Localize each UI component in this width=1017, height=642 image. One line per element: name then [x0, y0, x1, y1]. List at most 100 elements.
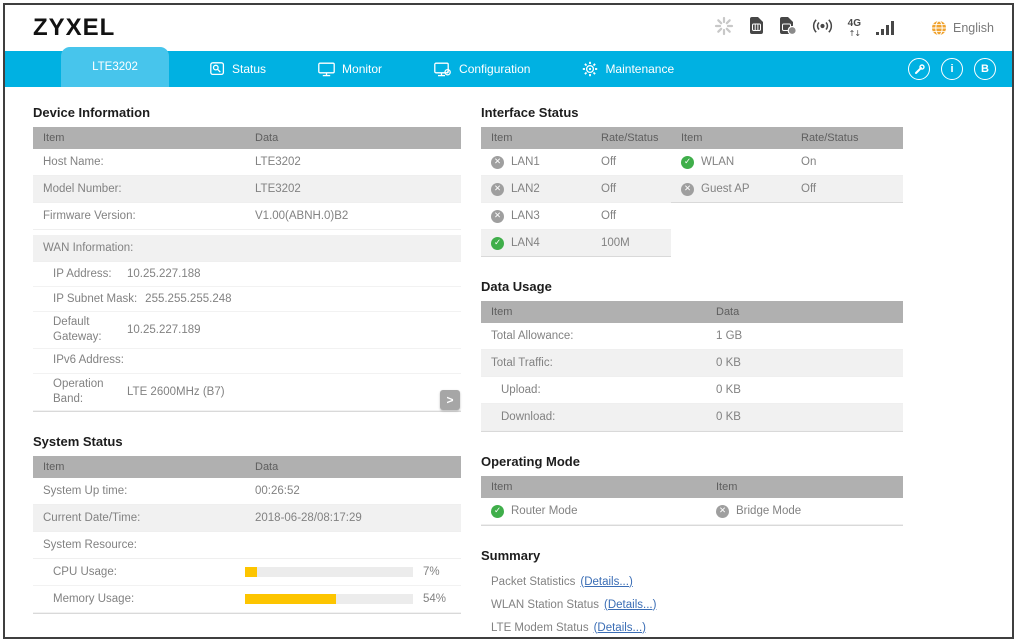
table-row: LAN2 Off: [481, 176, 671, 203]
row-label: Firmware Version:: [33, 210, 245, 222]
table-row: LAN4 100M: [481, 230, 671, 257]
interface-status-table: Item Rate/Status Item Rate/Status LAN1 O…: [481, 127, 903, 257]
table-row: WLAN On: [671, 149, 903, 176]
row-value: 10.25.227.188: [127, 268, 201, 280]
row-value: 10.25.227.189: [127, 324, 201, 336]
tab-lte3202[interactable]: LTE3202: [61, 47, 169, 87]
row-value: 2018-06-28/08:17:29: [245, 512, 461, 524]
data-usage-title: Data Usage: [481, 279, 903, 294]
row-label: Total Allowance:: [481, 330, 706, 342]
summary-label: LTE Modem Status: [491, 622, 589, 634]
nav-item-label: Monitor: [342, 62, 382, 76]
status-icon: [491, 210, 504, 223]
interface-name: LAN1: [511, 156, 540, 168]
table-row: WAN Information:: [33, 235, 461, 262]
system-status-table: Item Data System Up time: 00:26:52 Curre…: [33, 456, 461, 614]
table-row: Model Number: LTE3202: [33, 176, 461, 203]
memory-usage-row: Memory Usage: 54%: [33, 586, 461, 613]
router-mode-cell: Router Mode: [481, 505, 706, 518]
table-row: System Resource:: [33, 532, 461, 559]
globe-icon: [931, 20, 947, 36]
lte-modem-status-details-link[interactable]: (Details...): [594, 622, 646, 634]
nav-item-maintenance[interactable]: Maintenance: [582, 61, 674, 77]
interface-status-body: LAN1 Off LAN2 Off LAN3 Off LAN4: [481, 149, 903, 257]
row-label: Download:: [481, 411, 706, 423]
summary-list: Packet Statistics (Details...) WLAN Stat…: [481, 570, 903, 639]
cpu-usage-percent: 7%: [423, 566, 440, 578]
row-value: LTE3202: [245, 183, 461, 195]
status-indicator-icons: 4G ↑↓ English: [714, 16, 994, 41]
interface-status-title: Interface Status: [481, 105, 903, 120]
table-header: Item Data: [33, 127, 461, 149]
sim-card-icon: [749, 16, 764, 40]
column-header-data: Data: [706, 306, 903, 318]
row-label: IPv6 Address:: [53, 350, 127, 371]
gear-icon: [582, 61, 598, 77]
table-header: Item Item: [481, 476, 903, 498]
row-label: WAN Information:: [33, 242, 245, 254]
dashboard-content: Device Information Item Data Host Name: …: [5, 87, 1012, 639]
antenna-broadcast-icon: [812, 17, 833, 40]
status-icon: [491, 237, 504, 250]
right-column: Interface Status Item Rate/Status Item R…: [481, 97, 903, 639]
table-row: IP Address: 10.25.227.188: [33, 262, 461, 287]
interface-name: WLAN: [701, 156, 734, 168]
summary-label: Packet Statistics: [491, 576, 575, 588]
row-label: Upload:: [481, 384, 706, 396]
column-header-rate: Rate/Status: [791, 132, 903, 144]
nav-item-monitor[interactable]: Monitor: [318, 61, 382, 77]
row-value: LTE3202: [245, 156, 461, 168]
table-row: Firmware Version: V1.00(ABNH.0)B2: [33, 203, 461, 230]
column-header-item: Item: [706, 481, 903, 493]
memory-usage-fill: [245, 594, 336, 604]
packet-statistics-details-link[interactable]: (Details...): [580, 576, 632, 588]
4g-badge: 4G: [848, 19, 861, 29]
table-row: IPv6 Address:: [33, 349, 461, 374]
row-value: 00:26:52: [245, 485, 461, 497]
row-value: LTE 2600MHz (B7): [127, 386, 225, 398]
network-type-indicator: 4G ↑↓: [848, 19, 861, 38]
zyxel-logo: ZYXEL: [33, 14, 115, 42]
wizard-button[interactable]: [908, 58, 930, 80]
language-selector[interactable]: English: [931, 20, 994, 36]
table-row: Upload: 0 KB: [481, 377, 903, 404]
status-icon: [681, 183, 694, 196]
column-header-item: Item: [481, 481, 706, 493]
table-header: Item Data: [33, 456, 461, 478]
info-button[interactable]: i: [941, 58, 963, 80]
table-header: Item Rate/Status Item Rate/Status: [481, 127, 903, 149]
column-header-data: Data: [245, 132, 461, 144]
wlan-station-status-details-link[interactable]: (Details...): [604, 599, 656, 611]
reboot-icon: B: [981, 63, 989, 75]
table-row: System Up time: 00:26:52: [33, 478, 461, 505]
memory-usage-bar: [245, 594, 413, 604]
interface-rate: 100M: [591, 237, 671, 249]
next-page-button[interactable]: >: [440, 390, 460, 410]
table-row: Total Allowance: 1 GB: [481, 323, 903, 350]
reboot-button[interactable]: B: [974, 58, 996, 80]
table-row: Host Name: LTE3202: [33, 149, 461, 176]
device-information-table: Item Data Host Name: LTE3202 Model Numbe…: [33, 127, 461, 412]
interface-rate: On: [791, 156, 903, 168]
table-header: Item Data: [481, 301, 903, 323]
table-row: Operation Band: LTE 2600MHz (B7): [33, 374, 461, 411]
cpu-usage-bar: [245, 567, 413, 577]
row-label: Model Number:: [33, 183, 245, 195]
row-label: System Up time:: [33, 485, 245, 497]
nav-item-status[interactable]: Status: [210, 61, 266, 77]
searching-spinner-icon: [714, 16, 734, 41]
table-row: Default Gateway: 10.25.227.189: [33, 312, 461, 349]
interface-rate: Off: [791, 183, 903, 195]
status-icon: [491, 505, 504, 518]
mode-label: Bridge Mode: [736, 505, 801, 517]
column-header-item: Item: [481, 132, 591, 144]
status-icon: [210, 62, 225, 76]
sim-alert-badge: [788, 27, 796, 35]
operating-mode-title: Operating Mode: [481, 454, 903, 469]
nav-item-configuration[interactable]: Configuration: [434, 61, 530, 77]
monitor-icon: [318, 62, 335, 77]
interface-name: LAN2: [511, 183, 540, 195]
row-label: System Resource:: [33, 539, 245, 551]
row-value: V1.00(ABNH.0)B2: [245, 210, 461, 222]
signal-strength-icon: [876, 21, 894, 35]
